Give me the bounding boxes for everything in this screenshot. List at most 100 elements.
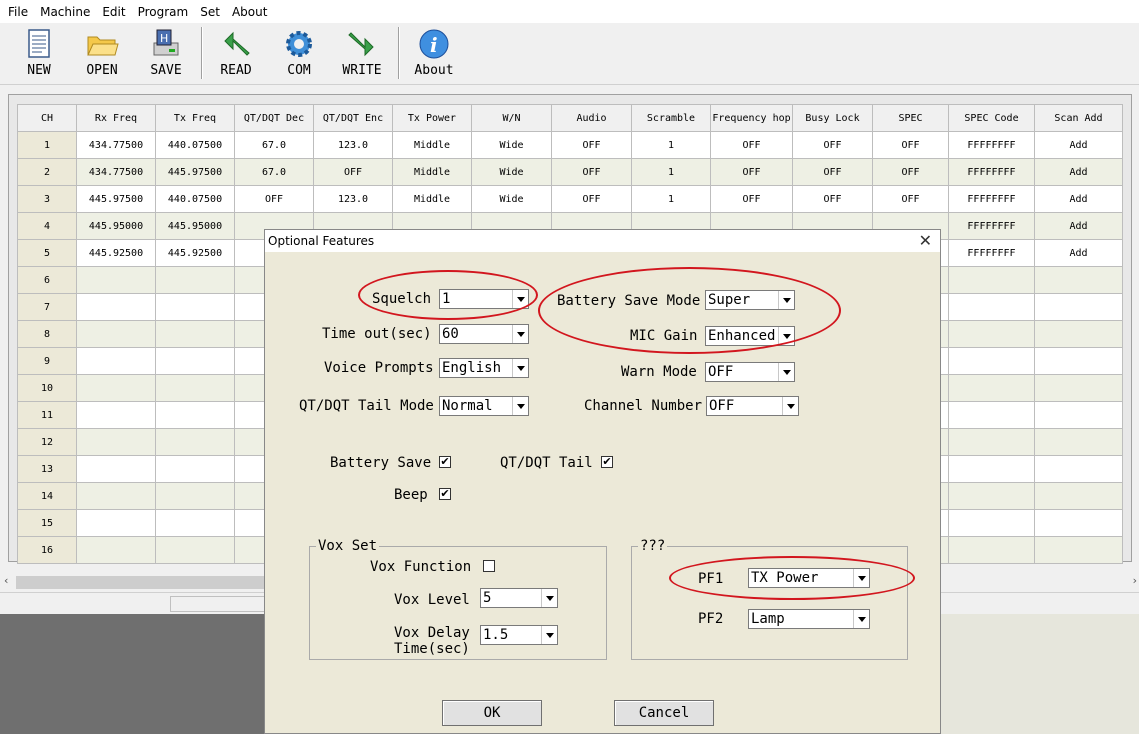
table-cell[interactable]: Wide [471, 185, 552, 213]
table-cell[interactable] [948, 536, 1035, 564]
table-cell[interactable]: OFF [710, 158, 793, 186]
column-header[interactable]: QT/DQT Enc [313, 104, 393, 132]
table-cell[interactable]: Add [1034, 131, 1123, 159]
channel-number-cell[interactable]: 13 [17, 455, 77, 483]
table-cell[interactable]: FFFFFFFF [948, 131, 1035, 159]
table-cell[interactable]: Add [1034, 185, 1123, 213]
channel-number-cell[interactable]: 3 [17, 185, 77, 213]
pf2-select[interactable]: Lamp [748, 609, 870, 629]
table-cell[interactable] [76, 293, 156, 321]
table-cell[interactable]: 123.0 [313, 185, 393, 213]
table-cell[interactable]: 1 [631, 185, 711, 213]
menu-set[interactable]: Set [200, 5, 220, 19]
com-button[interactable]: COM [280, 27, 318, 83]
table-cell[interactable] [1034, 374, 1123, 402]
column-header[interactable]: Audio [551, 104, 632, 132]
table-cell[interactable]: 440.07500 [155, 185, 235, 213]
about-button[interactable]: i About [412, 27, 456, 83]
table-cell[interactable]: 445.97500 [155, 158, 235, 186]
table-cell[interactable] [1034, 455, 1123, 483]
chevron-down-icon[interactable] [512, 397, 528, 415]
table-cell[interactable]: Add [1034, 239, 1123, 267]
channel-number-cell[interactable]: 7 [17, 293, 77, 321]
table-cell[interactable]: Middle [392, 185, 472, 213]
table-cell[interactable] [76, 482, 156, 510]
table-cell[interactable]: 445.95000 [155, 212, 235, 240]
table-cell[interactable] [1034, 320, 1123, 348]
table-cell[interactable]: Add [1034, 158, 1123, 186]
column-header[interactable]: Tx Power [392, 104, 472, 132]
channel-number-cell[interactable]: 8 [17, 320, 77, 348]
column-header[interactable]: Scan Add [1034, 104, 1123, 132]
table-cell[interactable]: 445.95000 [76, 212, 156, 240]
beep-checkbox[interactable]: ✔ [439, 488, 451, 500]
table-cell[interactable] [948, 509, 1035, 537]
table-cell[interactable] [155, 347, 235, 375]
table-cell[interactable] [948, 401, 1035, 429]
table-cell[interactable] [76, 536, 156, 564]
menu-about[interactable]: About [232, 5, 267, 19]
table-cell[interactable] [155, 320, 235, 348]
table-cell[interactable]: OFF [792, 185, 873, 213]
table-cell[interactable] [155, 509, 235, 537]
table-cell[interactable]: 434.77500 [76, 131, 156, 159]
table-cell[interactable] [155, 374, 235, 402]
qt-tail-checkbox[interactable]: ✔ [601, 456, 613, 468]
table-cell[interactable]: OFF [551, 131, 632, 159]
column-header[interactable]: Scramble [631, 104, 711, 132]
table-cell[interactable] [76, 428, 156, 456]
table-cell[interactable]: 67.0 [234, 131, 314, 159]
table-cell[interactable] [1034, 293, 1123, 321]
tail-mode-select[interactable]: Normal [439, 396, 529, 416]
table-cell[interactable] [76, 320, 156, 348]
table-cell[interactable]: 1 [631, 131, 711, 159]
table-cell[interactable] [76, 347, 156, 375]
table-cell[interactable]: 1 [631, 158, 711, 186]
chevron-down-icon[interactable] [512, 290, 528, 308]
squelch-select[interactable]: 1 [439, 289, 529, 309]
column-header[interactable]: QT/DQT Dec [234, 104, 314, 132]
table-cell[interactable] [948, 455, 1035, 483]
vox-function-checkbox[interactable] [483, 560, 495, 572]
close-icon[interactable]: ✕ [919, 231, 932, 250]
table-cell[interactable]: FFFFFFFF [948, 185, 1035, 213]
voice-prompts-select[interactable]: English [439, 358, 529, 378]
channel-number-cell[interactable]: 14 [17, 482, 77, 510]
table-cell[interactable]: Wide [471, 158, 552, 186]
pf1-select[interactable]: TX Power [748, 568, 870, 588]
chevron-down-icon[interactable] [512, 359, 528, 377]
table-cell[interactable]: FFFFFFFF [948, 239, 1035, 267]
column-header[interactable]: Busy Lock [792, 104, 873, 132]
channel-number-cell[interactable]: 4 [17, 212, 77, 240]
chevron-down-icon[interactable] [541, 589, 557, 607]
table-cell[interactable] [948, 320, 1035, 348]
table-row[interactable]: 1 434.77500 440.07500 67.0 123.0 Middle Wide OF… [17, 131, 1123, 159]
table-cell[interactable]: OFF [551, 185, 632, 213]
write-button[interactable]: WRITE [340, 27, 384, 83]
chevron-down-icon[interactable] [778, 327, 794, 345]
chevron-down-icon[interactable] [778, 291, 794, 309]
table-cell[interactable]: OFF [710, 185, 793, 213]
table-cell[interactable] [948, 347, 1035, 375]
warn-mode-select[interactable]: OFF [705, 362, 795, 382]
table-cell[interactable] [1034, 401, 1123, 429]
column-header[interactable]: SPEC [872, 104, 949, 132]
table-cell[interactable]: 445.92500 [76, 239, 156, 267]
table-cell[interactable] [948, 428, 1035, 456]
scroll-right-icon[interactable]: › [1133, 574, 1137, 587]
table-cell[interactable]: OFF [551, 158, 632, 186]
channel-number-cell[interactable]: 16 [17, 536, 77, 564]
table-cell[interactable] [76, 455, 156, 483]
table-cell[interactable]: 123.0 [313, 131, 393, 159]
battery-save-mode-select[interactable]: Super [705, 290, 795, 310]
column-header[interactable]: W/N [471, 104, 552, 132]
table-cell[interactable] [76, 509, 156, 537]
table-cell[interactable] [948, 293, 1035, 321]
table-cell[interactable] [155, 536, 235, 564]
new-button[interactable]: NEW [20, 27, 58, 83]
table-cell[interactable]: OFF [234, 185, 314, 213]
channel-number-cell[interactable]: 2 [17, 158, 77, 186]
chevron-down-icon[interactable] [512, 325, 528, 343]
mic-gain-select[interactable]: Enhanced [705, 326, 795, 346]
column-header[interactable]: Rx Freq [76, 104, 156, 132]
